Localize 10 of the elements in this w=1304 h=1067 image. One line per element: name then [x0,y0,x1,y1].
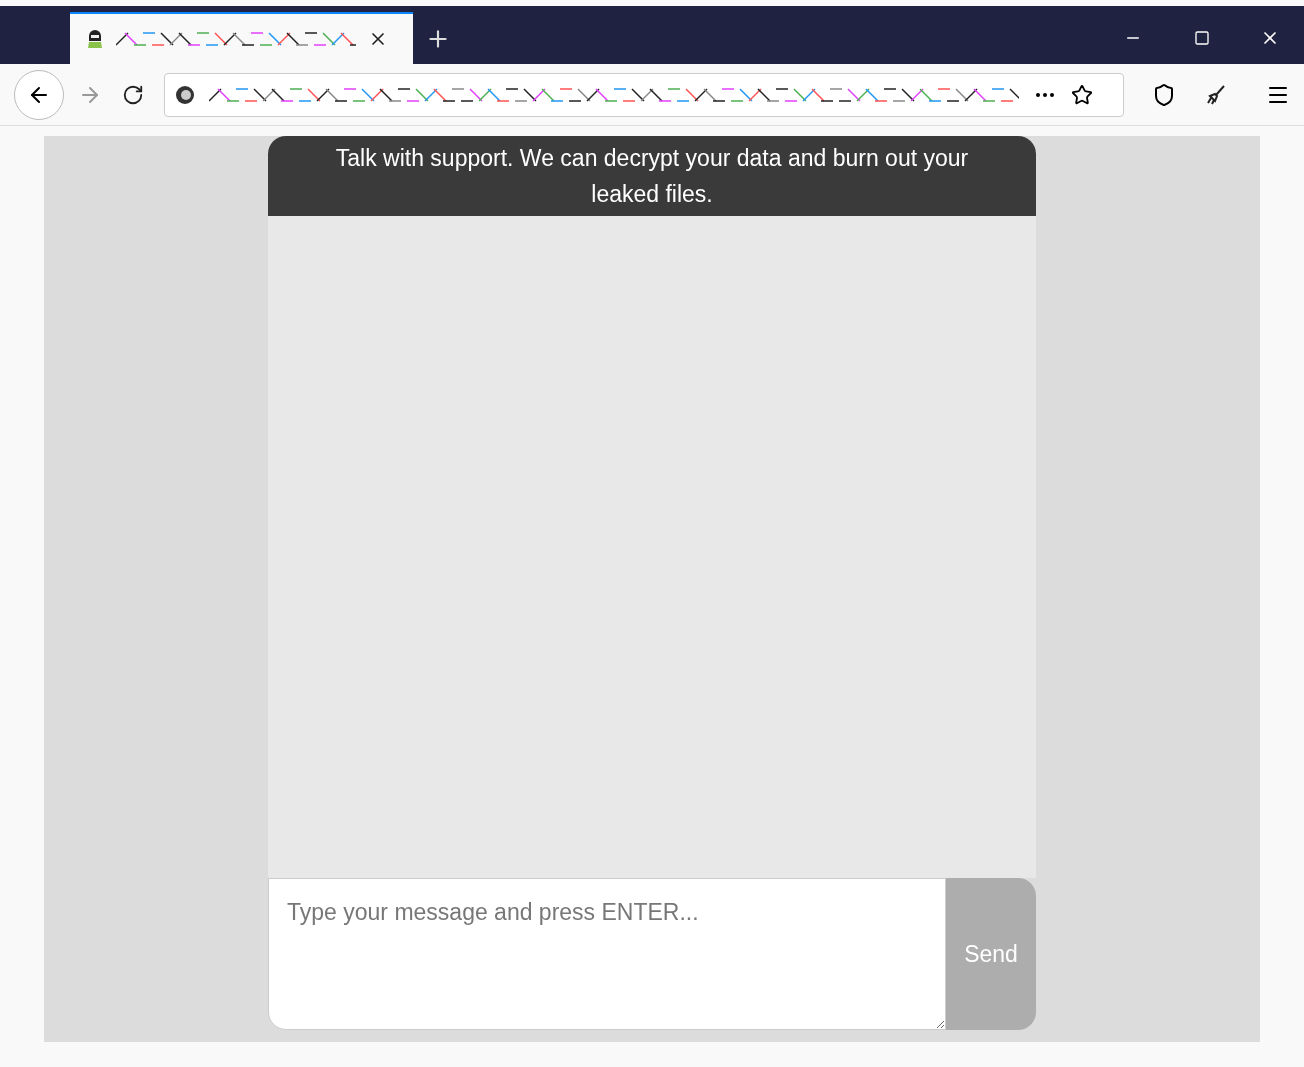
chat-header: Talk with support. We can decrypt your data and burn out your leaked files. [268,136,1036,216]
maximize-icon[interactable] [1194,30,1210,46]
bookmark-star-icon[interactable] [1071,83,1093,106]
send-button[interactable]: Send [946,878,1036,1030]
back-button[interactable] [14,69,64,120]
message-input[interactable]: Type your message and press ENTER... [268,878,946,1030]
shield-icon[interactable] [1152,82,1176,107]
reload-icon[interactable] [122,83,144,106]
address-field[interactable] [164,72,1124,117]
hooded-figure-icon [86,29,104,49]
